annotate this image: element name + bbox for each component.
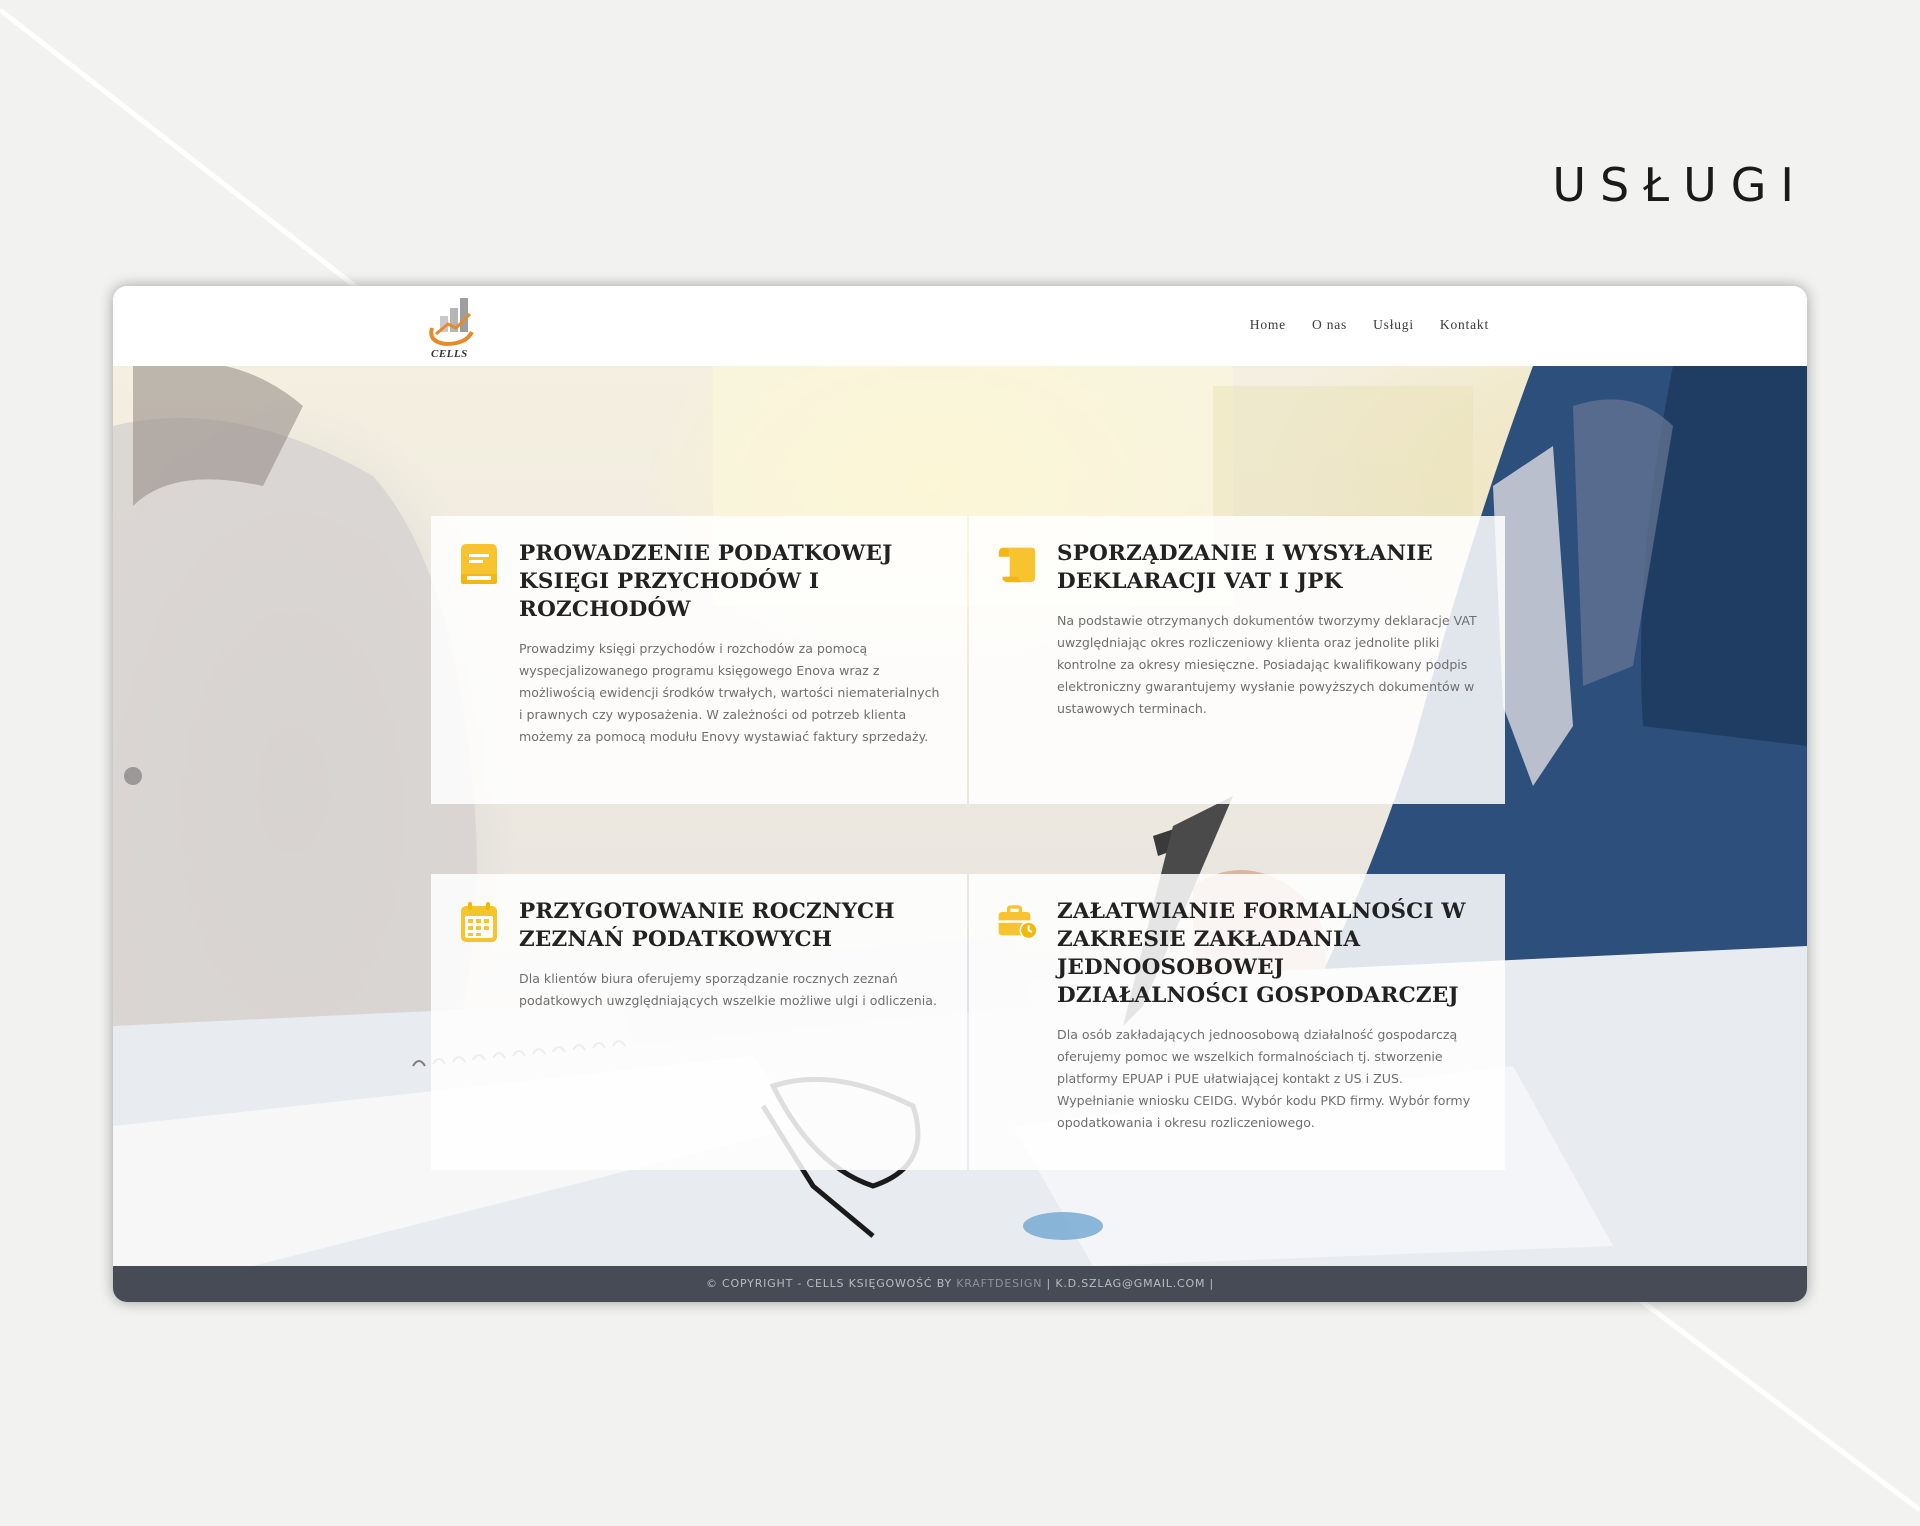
service-card-pit: PRZYGOTOWANIE ROCZNYCH ZEZNAŃ PODATKOWYC…: [431, 874, 967, 1170]
cells-logo[interactable]: CELLS: [426, 294, 476, 360]
main-nav: Home O nas Usługi Kontakt: [1250, 317, 1489, 333]
website-mockup: CELLS Home O nas Usługi Kontakt PROWADZE…: [113, 286, 1807, 1302]
hero-section: PROWADZENIE PODATKOWEJ KSIĘGI PRZYCHODÓW…: [113, 366, 1807, 1266]
service-title: SPORZĄDZANIE I WYSYŁANIE DEKLARACJI VAT …: [1057, 541, 1434, 594]
book-icon: [461, 544, 497, 584]
calendar-icon: [461, 902, 497, 942]
service-description: Dla klientów biura oferujemy sporządzani…: [519, 971, 937, 1008]
chart-logo-icon: [429, 298, 474, 347]
footer-email: | K.D.SZLAG@GMAIL.COM |: [1042, 1277, 1215, 1290]
service-description: Na podstawie otrzymanych dokumentów twor…: [1057, 613, 1477, 716]
service-title: PRZYGOTOWANIE ROCZNYCH ZEZNAŃ PODATKOWYC…: [519, 899, 895, 952]
nav-uslugi[interactable]: Usługi: [1373, 317, 1414, 333]
footer-copyright: © COPYRIGHT - CELLS KSIĘGOWOŚĆ BY: [705, 1277, 957, 1290]
site-footer: © COPYRIGHT - CELLS KSIĘGOWOŚĆ BY KRAFTD…: [113, 1266, 1807, 1302]
service-card-vat: SPORZĄDZANIE I WYSYŁANIE DEKLARACJI VAT …: [969, 516, 1505, 804]
nav-o-nas[interactable]: O nas: [1312, 317, 1347, 333]
site-navbar: CELLS Home O nas Usługi Kontakt: [113, 286, 1807, 366]
nav-home[interactable]: Home: [1250, 317, 1286, 333]
service-title: ZAŁATWIANIE FORMALNOŚCI W ZAKRESIE ZAKŁA…: [1057, 899, 1466, 1008]
service-card-ceidg: ZAŁATWIANIE FORMALNOŚCI W ZAKRESIE ZAKŁA…: [969, 874, 1505, 1170]
page-heading: USŁUGI: [1552, 158, 1808, 212]
briefcase-clock-icon: [998, 905, 1037, 940]
service-card-kpir: PROWADZENIE PODATKOWEJ KSIĘGI PRZYCHODÓW…: [431, 516, 967, 804]
logo-text: CELLS: [431, 348, 468, 360]
scroll-icon: [998, 547, 1036, 583]
service-description: Dla osób zakładających jednoosobową dzia…: [1057, 1027, 1471, 1130]
nav-kontakt[interactable]: Kontakt: [1440, 317, 1489, 333]
service-description: Prowadzimy księgi przychodów i rozchodów…: [519, 641, 940, 744]
service-title: PROWADZENIE PODATKOWEJ KSIĘGI PRZYCHODÓW…: [519, 541, 893, 622]
footer-author-link[interactable]: KRAFTDESIGN: [956, 1277, 1042, 1290]
